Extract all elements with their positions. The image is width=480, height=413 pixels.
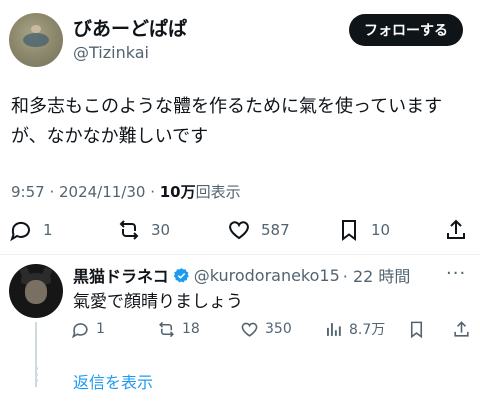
reply-button[interactable]: 1 (9, 216, 53, 244)
bookmark-icon (410, 321, 423, 338)
reply-author-name[interactable]: 黒猫ドラネコ (73, 263, 169, 287)
views-icon (327, 322, 341, 336)
verified-icon (173, 267, 189, 282)
like-count: 587 (261, 221, 290, 239)
post-header: びあーどぱぱ @Tizinkai フォローする (0, 0, 480, 80)
repost-icon (119, 220, 139, 240)
divider (0, 254, 480, 255)
avatar[interactable] (9, 13, 63, 67)
reply-actions: 1 18 350 8.7万 (0, 318, 480, 340)
like-icon (241, 322, 258, 337)
post-timestamp[interactable]: 9:57 · 2024/11/30 · (11, 183, 160, 201)
reply-reply-count: 1 (96, 321, 105, 337)
repost-count: 30 (151, 221, 171, 239)
reply-repost-count: 18 (182, 321, 200, 337)
post-actions: 1 30 587 10 (0, 216, 480, 244)
reply-views-count: 8.7万 (349, 322, 386, 338)
reply-avatar[interactable] (9, 264, 63, 318)
reply-timestamp[interactable]: · 22 時間 (343, 263, 411, 287)
reply-like-count: 350 (265, 321, 292, 337)
reply-icon (71, 322, 88, 338)
bookmark-icon (342, 220, 356, 241)
reply-views-button[interactable]: 8.7万 (324, 318, 385, 340)
repost-button[interactable]: 30 (117, 216, 170, 244)
bookmark-count: 10 (371, 221, 391, 239)
views-count: 10万 (159, 183, 196, 201)
post-text: 和多志もこのような體を作るために氣を使っていますが、なかなか難しいです (11, 96, 443, 147)
bookmark-button[interactable]: 10 (337, 216, 390, 244)
reply-share-button[interactable] (452, 318, 471, 340)
reply-header: 黒猫ドラネコ @kurodoraneko15 · 22 時間 (73, 263, 410, 287)
share-icon (454, 320, 469, 337)
views-label: 回表示 (195, 183, 241, 201)
reply-repost-button[interactable]: 18 (157, 318, 200, 340)
reply-reply-button[interactable]: 1 (71, 318, 105, 340)
post-meta: 9:57 · 2024/11/30 · 10万回表示 (11, 181, 241, 202)
repost-icon (159, 321, 174, 337)
author-handle[interactable]: @Tizinkai (73, 43, 149, 62)
follow-button[interactable]: フォローする (349, 14, 463, 46)
reply-like-button[interactable]: 350 (240, 318, 292, 340)
show-replies-link[interactable]: 返信を表示 (73, 369, 153, 393)
share-icon (447, 219, 465, 239)
author-name[interactable]: びあーどぱぱ (73, 14, 187, 41)
reply-count: 1 (43, 221, 53, 239)
share-button[interactable] (444, 216, 468, 244)
like-icon (229, 221, 249, 240)
reply-text: 氣愛で顔晴りましょう (73, 292, 243, 312)
reply-bookmark-button[interactable] (407, 318, 426, 340)
thread-dots (29, 367, 43, 382)
like-button[interactable]: 587 (227, 216, 290, 244)
more-icon[interactable]: ··· (446, 263, 466, 284)
reply-author-handle[interactable]: @kurodoraneko15 (194, 266, 340, 285)
reply-icon (10, 221, 30, 242)
